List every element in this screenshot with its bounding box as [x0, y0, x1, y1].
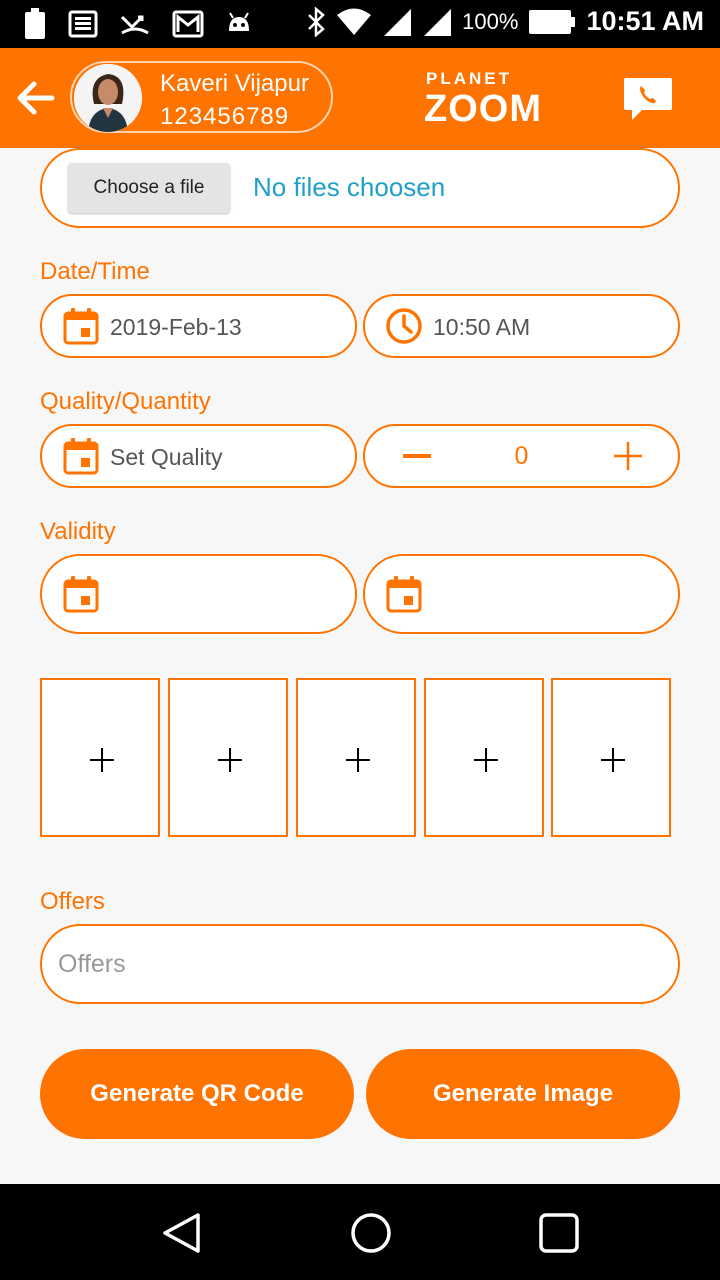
- screen: 100% 10:51 AM Kaveri Vijapur 123456789 P…: [0, 0, 720, 1280]
- offers-label: Offers: [40, 888, 105, 915]
- battery-full-icon: [529, 9, 576, 34]
- nav-recents-icon[interactable]: [538, 1212, 580, 1254]
- app-header: Kaveri Vijapur 123456789 PLANET ZOOM: [0, 48, 720, 148]
- quality-field[interactable]: Set Quality: [40, 424, 357, 488]
- battery-percent: 100%: [462, 8, 519, 34]
- clock: 10:51 AM: [586, 6, 704, 36]
- android-icon: [229, 12, 249, 31]
- offers-input[interactable]: [40, 924, 680, 1004]
- calendar-icon: [386, 576, 422, 613]
- clock-icon: [386, 308, 422, 344]
- add-icon: [601, 748, 625, 772]
- bluetooth-icon: [308, 6, 326, 37]
- validity-start-field[interactable]: [40, 554, 357, 634]
- quality-quantity-label: Quality/Quantity: [40, 388, 211, 415]
- nav-back-icon[interactable]: [160, 1212, 202, 1254]
- missed-call-icon: [120, 15, 149, 35]
- calendar-icon: [63, 438, 99, 475]
- user-name: Kaveri Vijapur: [160, 70, 309, 97]
- avatar: [74, 64, 142, 132]
- news-icon: [68, 10, 98, 38]
- chat-call-icon[interactable]: [622, 76, 674, 122]
- generate-image-button[interactable]: Generate Image: [366, 1049, 680, 1139]
- signal-2-icon: [424, 8, 452, 36]
- signal-icon: [384, 8, 412, 36]
- plus-icon[interactable]: [612, 440, 644, 472]
- validity-end-field[interactable]: [363, 554, 680, 634]
- system-nav-bar: [0, 1184, 720, 1280]
- logo-top-text: PLANET: [426, 69, 512, 88]
- add-image-slot-5[interactable]: [551, 678, 671, 837]
- nav-home-icon[interactable]: [350, 1212, 392, 1254]
- time-field[interactable]: 10:50 AM: [363, 294, 680, 358]
- date-field[interactable]: 2019-Feb-13: [40, 294, 357, 358]
- add-image-slot-2[interactable]: [168, 678, 288, 837]
- add-image-slot-1[interactable]: [40, 678, 160, 837]
- planet-zoom-logo: PLANET ZOOM: [424, 66, 554, 130]
- add-image-slot-3[interactable]: [296, 678, 416, 837]
- calendar-icon: [63, 576, 99, 613]
- add-icon: [218, 748, 242, 772]
- file-picker: Choose a file No files choosen: [40, 148, 680, 228]
- user-phone: 123456789: [160, 103, 290, 130]
- generate-qr-code-button[interactable]: Generate QR Code: [40, 1049, 354, 1139]
- choose-file-button[interactable]: Choose a file: [68, 163, 230, 213]
- file-status-text: No files choosen: [253, 172, 446, 202]
- validity-label: Validity: [40, 518, 116, 545]
- quantity-stepper: 0: [363, 424, 680, 488]
- add-icon: [90, 748, 114, 772]
- status-bar: 100% 10:51 AM: [0, 0, 720, 48]
- time-value: 10:50 AM: [433, 314, 531, 340]
- calendar-icon: [63, 308, 99, 345]
- add-image-slot-4[interactable]: [424, 678, 544, 837]
- date-time-label: Date/Time: [40, 258, 150, 285]
- back-arrow-icon[interactable]: [16, 80, 56, 116]
- wifi-icon: [337, 8, 372, 35]
- quality-placeholder: Set Quality: [110, 444, 223, 470]
- date-value: 2019-Feb-13: [110, 314, 242, 340]
- profile-chip[interactable]: Kaveri Vijapur 123456789: [70, 61, 333, 133]
- battery-icon: [25, 8, 45, 39]
- add-icon: [474, 748, 498, 772]
- logo-main-text: ZOOM: [424, 88, 542, 130]
- add-icon: [346, 748, 370, 772]
- gmail-icon: [172, 10, 204, 38]
